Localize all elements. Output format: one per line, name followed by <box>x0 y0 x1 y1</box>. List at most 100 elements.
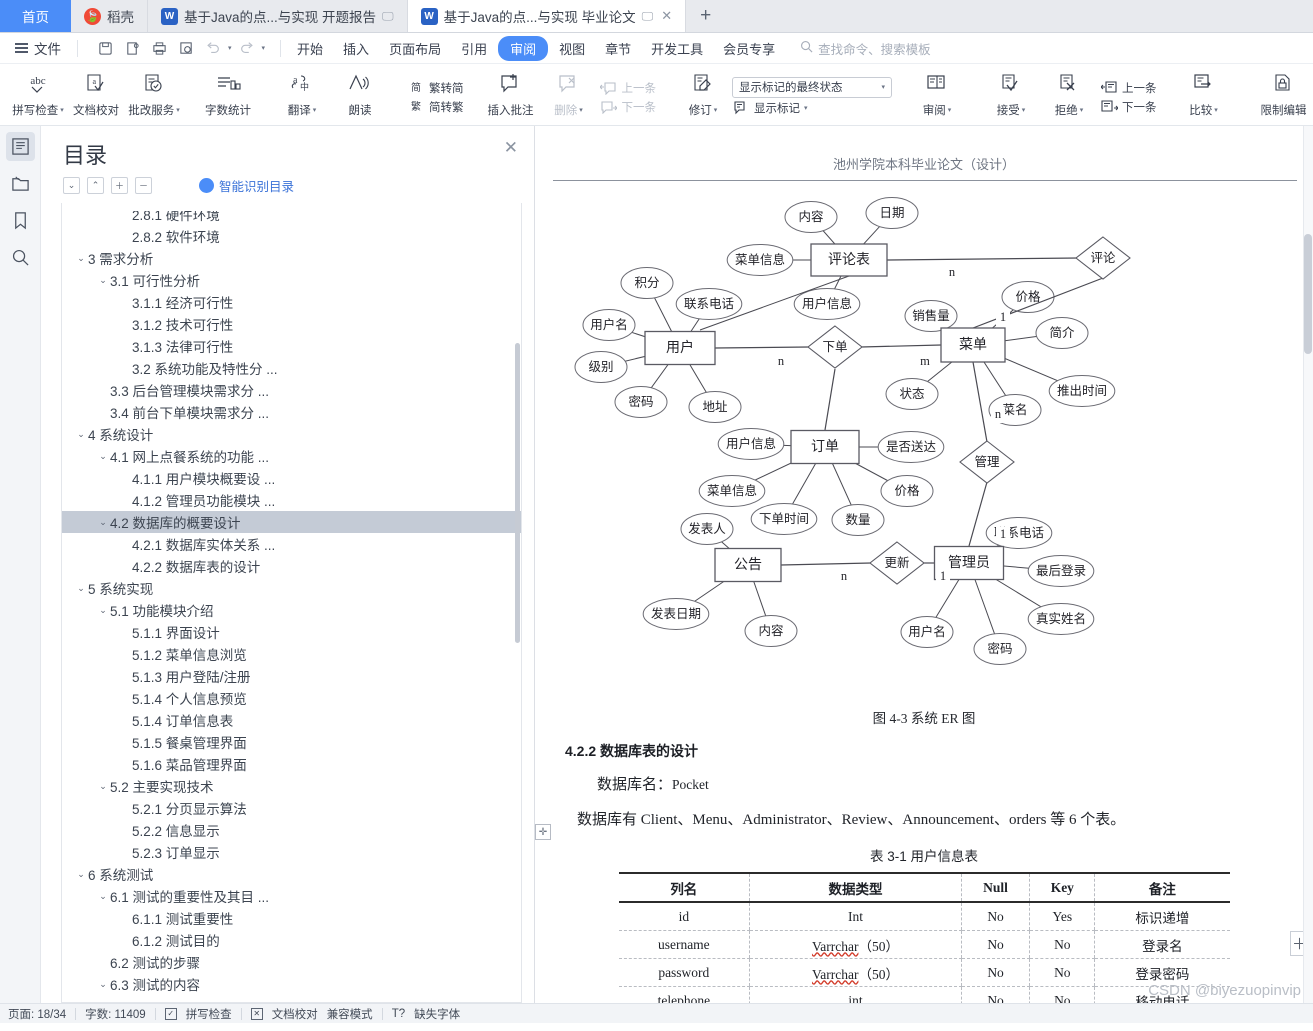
spellcheck-status-icon[interactable]: ✓ <box>164 1007 177 1020</box>
correction-service-button[interactable]: 批改服务 ▾ <box>125 67 183 125</box>
chevron-down-icon[interactable]: ▾ <box>1214 106 1218 114</box>
toc-item[interactable]: ⌄ 6 系统测试 <box>62 863 521 885</box>
toc-item[interactable]: ⌄ 6.3 测试的内容 <box>62 973 521 995</box>
simp-to-trad-button[interactable]: 繁 简转繁 <box>407 99 464 115</box>
tab-dockers[interactable]: 🍃 稻壳 <box>71 0 148 32</box>
toc-item[interactable]: 2.8.2 软件环境 <box>62 225 521 247</box>
read-aloud-button[interactable]: 朗读 <box>331 67 389 125</box>
toc-item[interactable]: ⌄ 6.1 测试的重要性及其目 ... <box>62 885 521 907</box>
ribbon-tab-insert[interactable]: 插入 <box>334 36 378 61</box>
prev-change-button[interactable]: 上一条 <box>1100 80 1157 96</box>
chevron-down-icon[interactable]: ▾ <box>579 106 583 114</box>
rail-chapter-icon[interactable] <box>6 169 35 198</box>
prev-comment-button[interactable]: 上一条 <box>600 80 656 96</box>
print-icon[interactable] <box>147 38 171 59</box>
ribbon-tab-references[interactable]: 引用 <box>452 36 496 61</box>
toc-item[interactable]: 3.2 系统功能及特性分 ... <box>62 357 521 379</box>
collapse-up-icon[interactable]: ⌃ <box>87 177 104 194</box>
proofread-status-label[interactable]: 文档校对 <box>272 1006 318 1022</box>
proofread-status-icon[interactable]: ✕ <box>250 1007 263 1020</box>
next-comment-button[interactable]: 下一条 <box>600 99 656 115</box>
toc-item[interactable]: ⌄ 3.1 可行性分析 <box>62 269 521 291</box>
toc-item[interactable]: 5.1.2 菜单信息浏览 <box>62 643 521 665</box>
document-view[interactable]: 池州学院本科毕业论文（设计） 内容 日期 菜单信息 用户信息 积分 联系电话 用户名 级别 密码… <box>535 126 1313 1003</box>
missing-font-icon[interactable]: T? <box>392 1008 405 1020</box>
search-box[interactable]: 查找命令、搜索模板 <box>800 39 931 58</box>
chevron-down-icon[interactable]: ⌄ <box>74 583 88 594</box>
doc-proofread-button[interactable]: a 文档校对 <box>67 67 125 125</box>
insert-comment-button[interactable]: 插入批注 <box>482 67 540 125</box>
rail-search-icon[interactable] <box>6 243 35 272</box>
spellcheck-button[interactable]: abc 拼写检查 ▾ <box>9 67 67 125</box>
toc-item[interactable]: 5.1.3 用户登陆/注册 <box>62 665 521 687</box>
new-tab-button[interactable]: + <box>686 0 725 32</box>
restrict-edit-button[interactable]: 限制编辑 <box>1249 67 1313 125</box>
word-count-button[interactable]: 字数统计 <box>199 67 257 125</box>
toc-item[interactable]: ⌄ 5 系统实现 <box>62 577 521 599</box>
missing-font-label[interactable]: 缺失字体 <box>414 1006 460 1022</box>
toc-item[interactable]: ⌄ 3 需求分析 <box>62 247 521 269</box>
toc-item[interactable]: 4.1.1 用户模块概要设 ... <box>62 467 521 489</box>
smart-toc-button[interactable]: 智能识别目录 <box>199 176 294 195</box>
expand-all-icon[interactable]: ＋ <box>111 177 128 194</box>
toc-item[interactable]: 6.2 测试的步骤 <box>62 951 521 973</box>
redo-icon[interactable] <box>235 38 259 59</box>
translate-button[interactable]: a中 翻译 ▾ <box>273 67 331 125</box>
chevron-down-icon[interactable]: ▾ <box>714 106 718 114</box>
tab-document-1[interactable]: W 基于Java的点...与实现 开题报告 🖵 <box>148 0 408 32</box>
toc-item[interactable]: 5.2.3 订单显示 <box>62 841 521 863</box>
chevron-down-icon[interactable]: ▾ <box>881 83 885 91</box>
toc-item[interactable]: 4.2.2 数据库表的设计 <box>62 555 521 577</box>
toc-item[interactable]: 4.1.2 管理员功能模块 ... <box>62 489 521 511</box>
toc-item[interactable]: ⌄ 4.2 数据库的概要设计 <box>62 511 521 533</box>
ribbon-tab-start[interactable]: 开始 <box>288 36 332 61</box>
compare-button[interactable]: 比较 ▾ <box>1175 67 1233 125</box>
close-icon[interactable]: ✕ <box>661 8 672 24</box>
toc-item[interactable]: ⌄ 5.1 功能模块介绍 <box>62 599 521 621</box>
document-scrollbar-thumb[interactable] <box>1304 234 1312 354</box>
chevron-down-icon[interactable]: ⌄ <box>96 781 110 792</box>
delete-comment-button[interactable]: 删除 ▾ <box>540 67 598 125</box>
toc-item[interactable]: 6.1.2 测试目的 <box>62 929 521 951</box>
tab-document-2[interactable]: W 基于Java的点...与实现 毕业论文 🖵 ✕ <box>407 0 687 32</box>
collapse-all-icon[interactable]: － <box>135 177 152 194</box>
toc-item[interactable]: 5.1.5 餐桌管理界面 <box>62 731 521 753</box>
print-preview-icon[interactable] <box>174 38 198 59</box>
toc-item[interactable]: 5.1.4 订单信息表 <box>62 709 521 731</box>
ribbon-tab-view[interactable]: 视图 <box>550 36 594 61</box>
toc-item[interactable]: ⌄ 4.1 网上点餐系统的功能 ... <box>62 445 521 467</box>
chevron-down-icon[interactable]: ▾ <box>176 106 180 114</box>
toc-item[interactable]: 5.1.1 界面设计 <box>62 621 521 643</box>
chevron-down-icon[interactable]: ▾ <box>1080 106 1084 114</box>
toc-item[interactable]: 3.1.1 经济可行性 <box>62 291 521 313</box>
ribbon-tab-chapter[interactable]: 章节 <box>596 36 640 61</box>
accept-button[interactable]: 接受 ▾ <box>982 67 1040 125</box>
chevron-down-icon[interactable]: ▾ <box>804 104 808 112</box>
document-scrollbar[interactable] <box>1303 126 1313 1003</box>
chevron-down-icon[interactable]: ▾ <box>1022 106 1026 114</box>
next-change-button[interactable]: 下一条 <box>1100 99 1157 115</box>
close-icon[interactable]: ✕ <box>504 138 518 158</box>
markup-display-dropdown[interactable]: 显示标记的最终状态 ▾ <box>732 76 892 98</box>
toc-item[interactable]: 3.1.2 技术可行性 <box>62 313 521 335</box>
ribbon-tab-review[interactable]: 审阅 <box>498 35 549 61</box>
toc-item[interactable]: 3.4 前台下单模块需求分 ... <box>62 401 521 423</box>
toc-item[interactable]: 5.2.1 分页显示算法 <box>62 797 521 819</box>
screen-share-icon[interactable]: 🖵 <box>382 9 394 24</box>
chevron-down-icon[interactable]: ⌄ <box>96 275 110 286</box>
save-as-icon[interactable] <box>120 38 144 59</box>
chevron-down-icon[interactable]: ⌄ <box>96 517 110 528</box>
toc-item[interactable]: 5.1.4 个人信息预览 <box>62 687 521 709</box>
rail-outline-icon[interactable] <box>5 132 35 161</box>
toc-item[interactable]: 5.2.2 信息显示 <box>62 819 521 841</box>
save-icon[interactable] <box>93 38 117 59</box>
compat-mode-label[interactable]: 兼容模式 <box>327 1006 373 1022</box>
toc-list[interactable]: 2.8.1 硬件环境 2.8.2 软件环境 ⌄ 3 需求分析 ⌄ 3.1 可行性分析 3.1… <box>61 203 522 1003</box>
chevron-down-icon[interactable]: ▾ <box>313 106 317 114</box>
ribbon-tab-member[interactable]: 会员专享 <box>714 36 784 61</box>
word-count-indicator[interactable]: 字数: 11409 <box>85 1006 146 1022</box>
ribbon-tab-developer[interactable]: 开发工具 <box>642 36 712 61</box>
collapse-down-icon[interactable]: ⌄ <box>63 177 80 194</box>
toc-scrollbar-thumb[interactable] <box>515 343 520 643</box>
chevron-down-icon[interactable]: ▾ <box>60 106 64 114</box>
